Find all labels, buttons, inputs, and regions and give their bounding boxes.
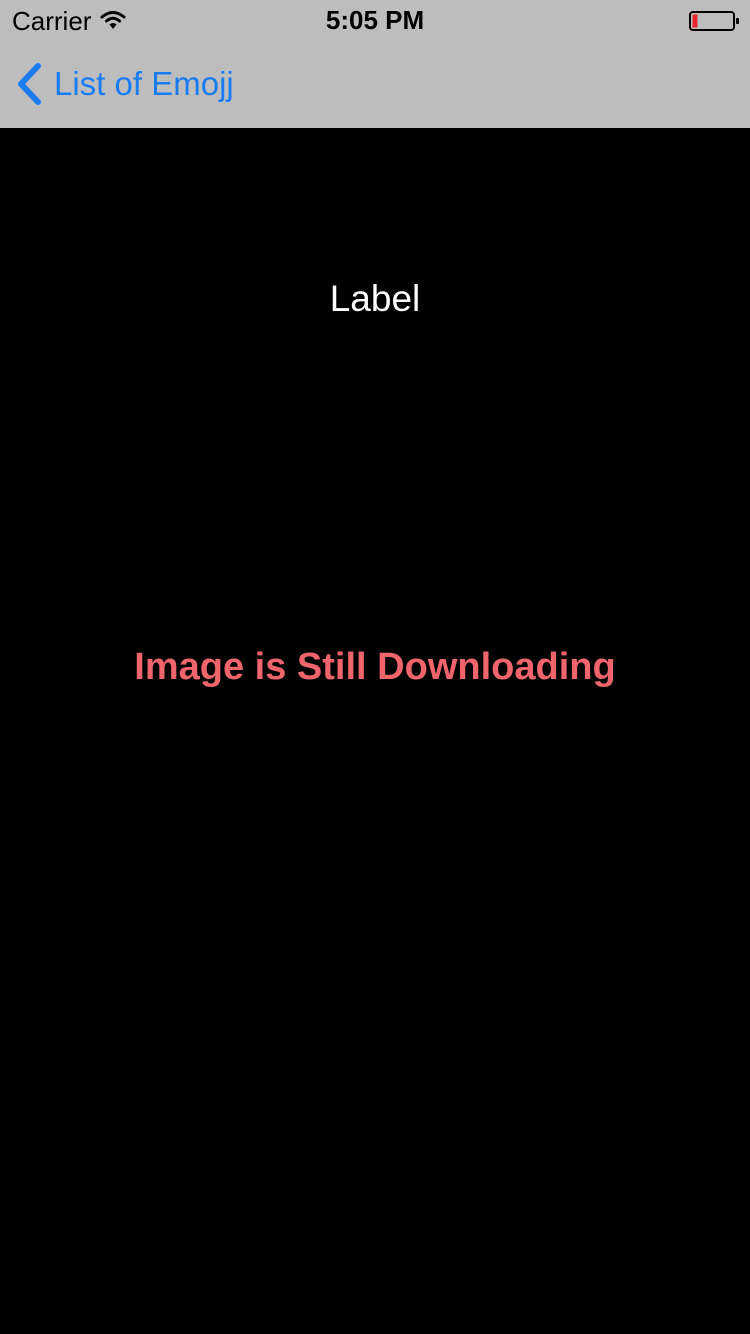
back-button[interactable]: List of Emojj bbox=[14, 60, 234, 108]
navigation-bar: List of Emojj bbox=[0, 40, 750, 128]
status-time: 5:05 PM bbox=[325, 5, 425, 35]
detail-screen: Carrier 5:05 PM List of Emojj Label Imag… bbox=[0, 0, 750, 1334]
back-button-label: List of Emojj bbox=[54, 65, 234, 102]
chevron-left-icon bbox=[18, 63, 41, 105]
emoji-name-label: Label bbox=[329, 278, 421, 319]
battery-low-icon bbox=[689, 11, 739, 31]
top-bar: Carrier 5:05 PM List of Emojj bbox=[0, 0, 750, 128]
download-status-message: Image is Still Downloading bbox=[134, 646, 616, 688]
status-bar: Carrier 5:05 PM bbox=[0, 0, 750, 40]
